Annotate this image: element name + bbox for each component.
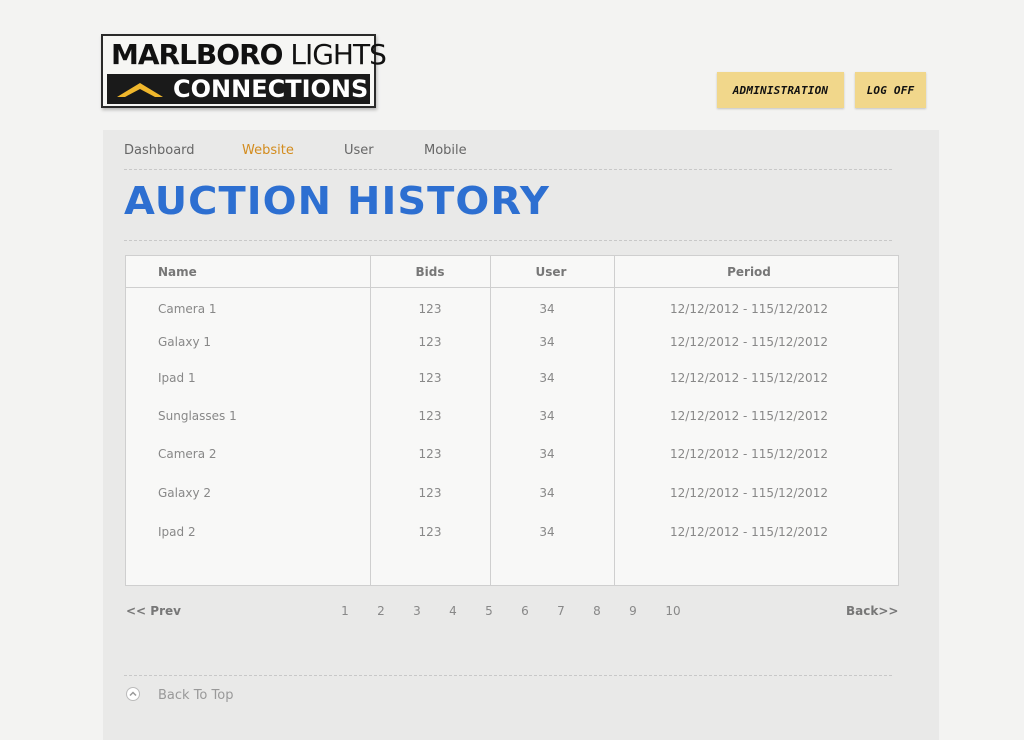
roof-chevron-icon [117,83,163,97]
cell-user: 34 [539,525,555,539]
column-divider [370,256,371,585]
log-off-button[interactable]: LOG OFF [855,72,926,108]
header-divider [126,287,898,288]
back-to-top-link[interactable]: Back To Top [158,688,233,703]
auction-history-table: Name Bids User Period Camera 1 123 34 12… [125,255,899,586]
cell-bids: 123 [418,486,442,500]
logo-word-lights: LIGHTS [290,38,386,71]
cell-name: Camera 2 [158,447,217,461]
cell-period: 12/12/2012 - 115/12/2012 [670,409,828,423]
cell-period: 12/12/2012 - 115/12/2012 [670,447,828,461]
logo-word-connections: CONNECTIONS [173,75,369,103]
brand-logo: MARLBORO LIGHTS CONNECTIONS [101,34,387,108]
column-header-user: User [535,265,567,279]
footer-divider [124,675,892,676]
page-link-4[interactable]: 4 [449,604,457,618]
cell-bids: 123 [418,335,442,349]
nav-item-dashboard[interactable]: Dashboard [124,143,195,158]
cell-user: 34 [539,486,555,500]
nav-item-website[interactable]: Website [242,143,294,158]
cell-bids: 123 [418,409,442,423]
cell-user: 34 [539,371,555,385]
nav-item-user[interactable]: User [344,143,374,158]
cell-period: 12/12/2012 - 115/12/2012 [670,302,828,316]
cell-user: 34 [539,302,555,316]
page-title: AUCTION HISTORY [124,179,550,223]
cell-name: Ipad 2 [158,525,196,539]
page-link-3[interactable]: 3 [413,604,421,618]
cell-bids: 123 [418,525,442,539]
cell-name: Ipad 1 [158,371,196,385]
cell-name: Camera 1 [158,302,217,316]
cell-name: Sunglasses 1 [158,409,237,423]
cell-period: 12/12/2012 - 115/12/2012 [670,335,828,349]
administration-button[interactable]: ADMINISTRATION [717,72,844,108]
page-link-8[interactable]: 8 [593,604,601,618]
page-link-9[interactable]: 9 [629,604,637,618]
page-link-10[interactable]: 10 [665,604,680,618]
column-header-name: Name [158,265,197,279]
cell-bids: 123 [418,371,442,385]
cell-user: 34 [539,335,555,349]
column-divider [490,256,491,585]
logo-wordmark: MARLBORO LIGHTS [111,38,387,71]
chevron-up-icon[interactable] [126,687,140,701]
logo-banner: CONNECTIONS [107,74,370,104]
page-link-5[interactable]: 5 [485,604,493,618]
cell-bids: 123 [418,447,442,461]
cell-period: 12/12/2012 - 115/12/2012 [670,525,828,539]
nav-divider [124,169,892,170]
title-divider [124,240,892,241]
cell-user: 34 [539,409,555,423]
cell-bids: 123 [418,302,442,316]
page-link-1[interactable]: 1 [341,604,349,618]
page-link-2[interactable]: 2 [377,604,385,618]
logo-word-marlboro: MARLBORO [111,38,283,71]
cell-period: 12/12/2012 - 115/12/2012 [670,371,828,385]
nav-item-mobile[interactable]: Mobile [424,143,467,158]
cell-name: Galaxy 1 [158,335,211,349]
page-link-7[interactable]: 7 [557,604,565,618]
prev-page-link[interactable]: << Prev [126,604,181,618]
cell-name: Galaxy 2 [158,486,211,500]
column-header-period: Period [727,265,771,279]
page-link-6[interactable]: 6 [521,604,529,618]
column-divider [614,256,615,585]
cell-period: 12/12/2012 - 115/12/2012 [670,486,828,500]
column-header-bids: Bids [415,265,445,279]
cell-user: 34 [539,447,555,461]
next-page-link[interactable]: Back>> [846,604,898,618]
